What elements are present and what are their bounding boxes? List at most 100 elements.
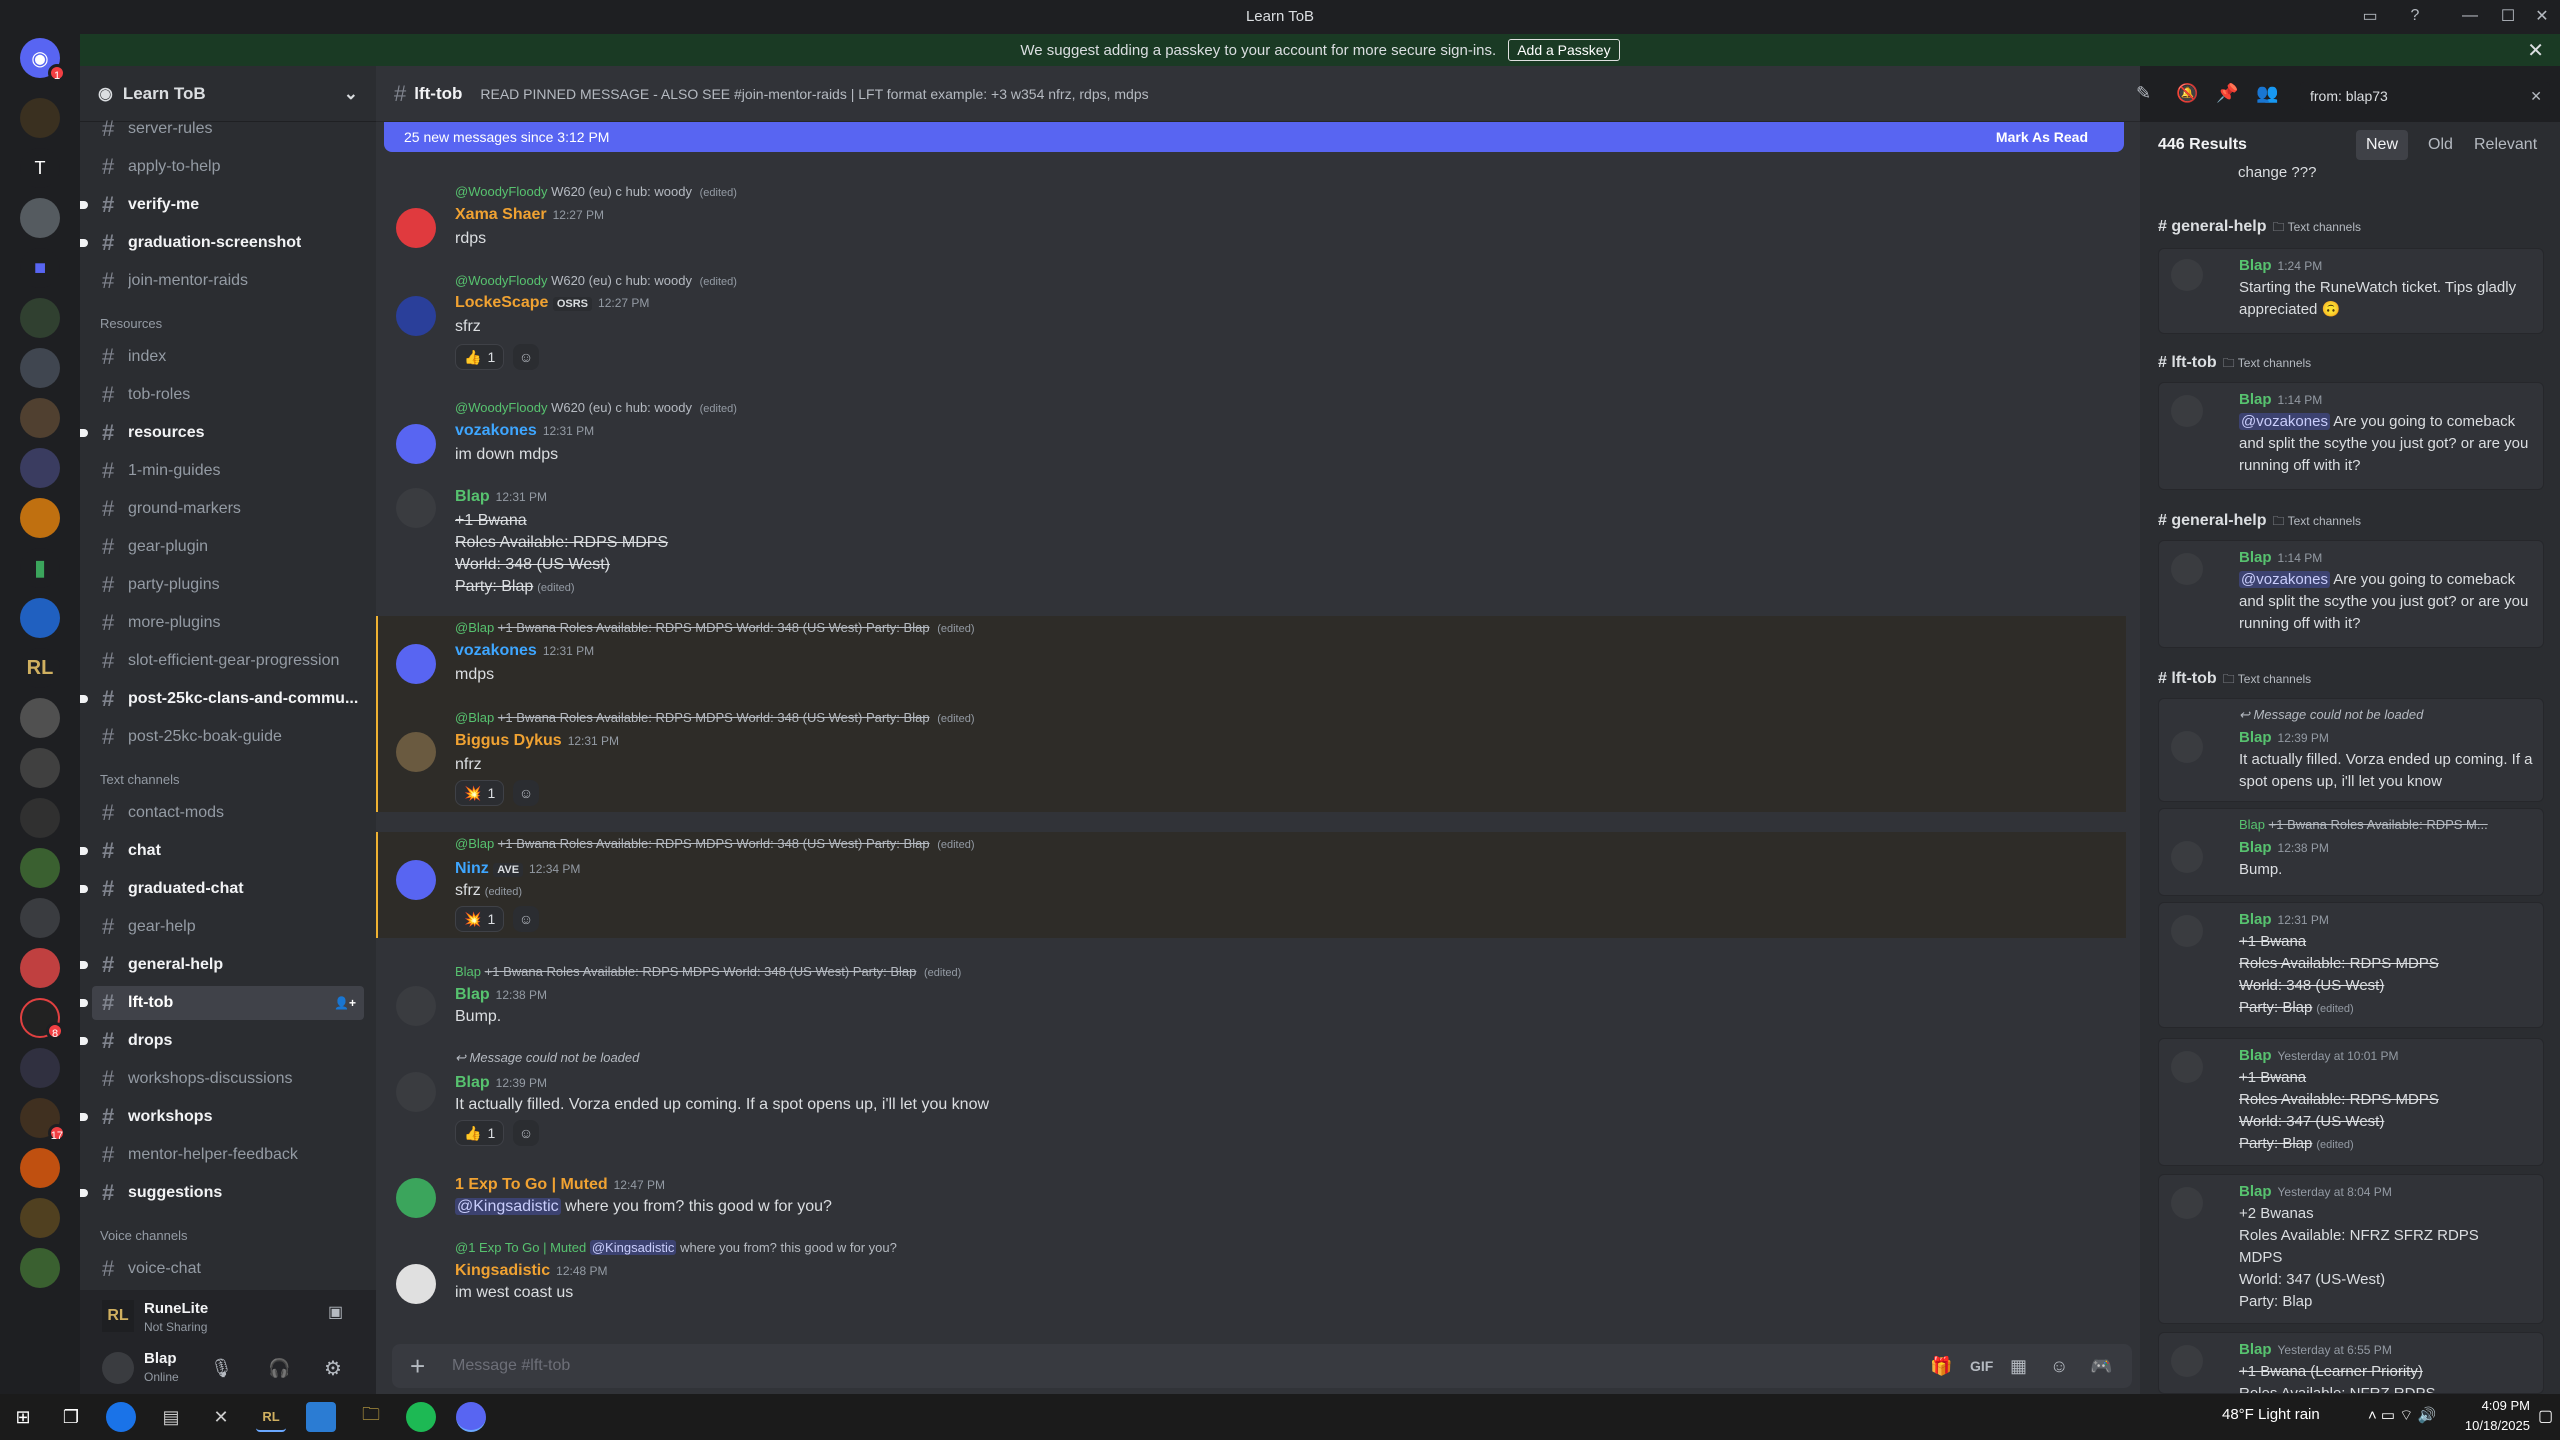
channel-item-workshops-discussions[interactable]: # workshops-discussions xyxy=(92,1062,364,1096)
server-icon[interactable] xyxy=(20,298,60,338)
message-author[interactable]: Kingsadistic 12:48 PM xyxy=(455,1262,608,1280)
server-icon[interactable]: 17 xyxy=(20,1098,66,1142)
result-channel-header[interactable]: # general-help 🗀 Text channels xyxy=(2158,512,2361,533)
server-icon[interactable] xyxy=(20,1148,60,1188)
discord-taskbar-icon[interactable] xyxy=(456,1402,486,1432)
spotify-icon[interactable] xyxy=(406,1402,436,1432)
channel-item-index[interactable]: # index xyxy=(92,340,364,374)
reply-preview[interactable]: @WoodyFloody W620 (eu) c hub: woody (edi… xyxy=(455,273,737,288)
channel-item-ground-markers[interactable]: # ground-markers xyxy=(92,492,364,526)
avatar[interactable] xyxy=(396,488,436,528)
inbox-icon[interactable]: ▭ xyxy=(2350,0,2390,32)
avatar[interactable] xyxy=(102,1352,134,1384)
channel-item-gear-plugin[interactable]: # gear-plugin xyxy=(92,530,364,564)
channel-item-tob-roles[interactable]: # tob-roles xyxy=(92,378,364,412)
pin-icon[interactable]: 📌 xyxy=(2216,83,2238,104)
server-icon[interactable] xyxy=(20,1248,60,1288)
notifications-icon[interactable]: ▢ xyxy=(2538,1406,2553,1426)
channel-category[interactable]: Resources xyxy=(100,316,162,331)
add-reaction-icon[interactable]: ☺ xyxy=(513,344,539,370)
message-author[interactable]: Blap 12:39 PM xyxy=(455,1074,547,1092)
server-icon[interactable] xyxy=(20,1198,60,1238)
search-result[interactable]: Blap +1 Bwana Roles Available: RDPS M...… xyxy=(2158,808,2544,896)
channel-item-verify-me[interactable]: # verify-me xyxy=(92,188,364,222)
channel-item-drops[interactable]: # drops xyxy=(92,1024,364,1058)
reply-preview[interactable]: Blap +1 Bwana Roles Available: RDPS MDPS… xyxy=(455,964,961,979)
avatar[interactable] xyxy=(396,1264,436,1304)
result-channel-header[interactable]: # lft-tob 🗀 Text channels xyxy=(2158,354,2311,375)
channel-item-slot-efficient-gear-progression[interactable]: # slot-efficient-gear-progression xyxy=(92,644,364,678)
gift-icon[interactable]: 🎁 xyxy=(1930,1356,1952,1377)
server-icon[interactable] xyxy=(20,798,60,838)
reaction-boom[interactable]: 💥 1 xyxy=(455,780,505,806)
add-attachment-icon[interactable]: + xyxy=(410,1351,425,1382)
avatar[interactable] xyxy=(396,208,436,248)
channel-item-mentor-helper-feedback[interactable]: # mentor-helper-feedback xyxy=(92,1138,364,1172)
weather-widget[interactable]: 48°F Light rain xyxy=(2222,1406,2320,1423)
app-icon[interactable]: ✕ xyxy=(206,1402,236,1432)
channel-item-contact-mods[interactable]: # contact-mods xyxy=(92,796,364,830)
reply-preview[interactable]: @Blap +1 Bwana Roles Available: RDPS MDP… xyxy=(455,710,974,725)
avatar[interactable] xyxy=(396,296,436,336)
minimize-button[interactable]: — xyxy=(2450,0,2490,32)
screen-share-icon[interactable]: ▣ xyxy=(328,1302,343,1322)
server-icon[interactable] xyxy=(20,898,60,938)
channel-category[interactable]: Text channels xyxy=(100,772,180,787)
server-icon[interactable] xyxy=(20,698,60,738)
reaction-thumbs-up[interactable]: 👍 1 xyxy=(455,1120,505,1146)
apps-icon[interactable]: 🎮 xyxy=(2090,1356,2112,1377)
close-button[interactable]: ✕ xyxy=(2522,0,2560,32)
clock-time[interactable]: 4:09 PM xyxy=(2460,1398,2530,1413)
server-icon[interactable] xyxy=(20,198,60,238)
threads-icon[interactable]: ✎ xyxy=(2136,83,2151,104)
reply-preview[interactable]: @1 Exp To Go | Muted @Kingsadistic where… xyxy=(455,1240,897,1255)
task-view-icon[interactable]: ❐ xyxy=(56,1402,86,1432)
search-result[interactable]: Blap Yesterday at 10:01 PM +1 Bwana Roles… xyxy=(2158,1038,2544,1166)
channel-item-lft-tob[interactable]: # lft-tob 👤+ xyxy=(92,986,364,1020)
avatar[interactable] xyxy=(396,732,436,772)
avatar[interactable] xyxy=(396,1072,436,1112)
reaction-boom[interactable]: 💥 1 xyxy=(455,906,505,932)
message-author[interactable]: Ninz AVE 12:34 PM xyxy=(455,860,580,878)
channel-item-party-plugins[interactable]: # party-plugins xyxy=(92,568,364,602)
search-result[interactable]: ↩ Message could not be loaded Blap 12:39 … xyxy=(2158,698,2544,802)
channel-item-graduated-chat[interactable]: # graduated-chat xyxy=(92,872,364,906)
mark-as-read-button[interactable]: Mark As Read xyxy=(1996,129,2088,145)
runelite-taskbar-icon[interactable]: RL xyxy=(256,1402,286,1432)
result-channel-header[interactable]: # lft-tob 🗀 Text channels xyxy=(2158,670,2311,691)
channel-item-server-rules[interactable]: # server-rules xyxy=(92,112,364,146)
add-reaction-icon[interactable]: ☺ xyxy=(513,1120,539,1146)
server-icon[interactable] xyxy=(20,498,60,538)
reply-preview[interactable]: @Blap +1 Bwana Roles Available: RDPS MDP… xyxy=(455,620,974,635)
reply-preview[interactable]: @Blap +1 Bwana Roles Available: RDPS MDP… xyxy=(455,836,974,851)
avatar[interactable] xyxy=(396,1178,436,1218)
message-input[interactable]: + Message #lft-tob 🎁 GIF ▦ ☺ 🎮 xyxy=(392,1344,2132,1388)
emoji-icon[interactable]: ☺ xyxy=(2050,1356,2068,1377)
reply-preview[interactable]: @WoodyFloody W620 (eu) c hub: woody (edi… xyxy=(455,184,737,199)
sort-new-tab[interactable]: New xyxy=(2356,130,2409,160)
reaction-thumbs-up[interactable]: 👍 1 xyxy=(455,344,505,370)
avatar[interactable] xyxy=(396,644,436,684)
avatar[interactable] xyxy=(396,860,436,900)
invite-icon[interactable]: 👤+ xyxy=(334,996,356,1010)
channel-item-join-mentor-raids[interactable]: # join-mentor-raids xyxy=(92,264,364,298)
file-explorer-icon[interactable]: 🗀 xyxy=(356,1402,386,1432)
channel-item-workshops[interactable]: # workshops xyxy=(92,1100,364,1134)
outlook-icon[interactable] xyxy=(306,1402,336,1432)
channel-item-voice-chat[interactable]: # voice-chat xyxy=(92,1252,364,1286)
banner-close-icon[interactable]: ✕ xyxy=(2527,38,2544,63)
clear-search-icon[interactable]: ✕ xyxy=(2530,88,2542,105)
add-reaction-icon[interactable]: ☺ xyxy=(513,780,539,806)
chrome-icon[interactable] xyxy=(106,1402,136,1432)
message-author[interactable]: Blap 12:38 PM xyxy=(455,986,547,1004)
gif-icon[interactable]: GIF xyxy=(1970,1358,1993,1374)
reply-preview[interactable]: @WoodyFloody W620 (eu) c hub: woody (edi… xyxy=(455,400,737,415)
channel-item-general-help[interactable]: # general-help xyxy=(92,948,364,982)
stats-server-icon[interactable]: ▮ xyxy=(20,548,60,588)
windows-start-icon[interactable]: ⊞ xyxy=(8,1402,38,1432)
headphones-icon[interactable]: 🎧 xyxy=(268,1358,290,1379)
channel-item-graduation-screenshot[interactable]: # graduation-screenshot xyxy=(92,226,364,260)
message-author[interactable]: LockeScape OSRS 12:27 PM xyxy=(455,294,649,312)
channel-item-apply-to-help[interactable]: # apply-to-help xyxy=(92,150,364,184)
server-icon[interactable]: T xyxy=(20,148,60,188)
